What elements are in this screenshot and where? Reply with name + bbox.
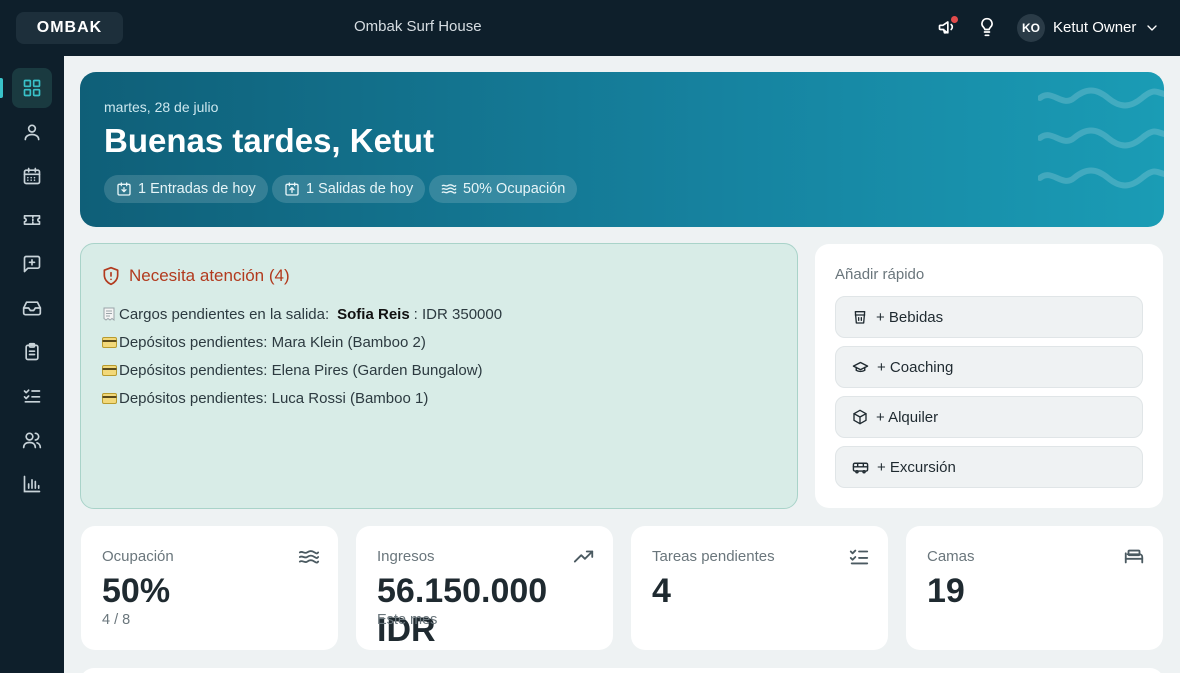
add-drinks-label: + Bebidas xyxy=(876,308,944,326)
stat-value: 50% xyxy=(102,572,171,610)
attention-item-text: Depósitos pendientes: Luca Rossi (Bamboo… xyxy=(119,389,429,407)
receipt-icon xyxy=(101,307,117,321)
cup-icon xyxy=(854,311,866,324)
calendar-icon xyxy=(23,167,41,185)
sidebar-item-dashboard[interactable] xyxy=(12,68,52,108)
greeting-title: Buenas tardes, Ketut xyxy=(104,122,435,159)
sidebar-item-inbox[interactable] xyxy=(12,288,52,328)
departures-chip[interactable]: 1 Salidas de hoy xyxy=(272,175,426,203)
trending-up-icon xyxy=(573,550,594,563)
ticket-icon xyxy=(23,215,41,225)
attention-item[interactable]: Depósitos pendientes: Luca Rossi (Bamboo… xyxy=(101,384,502,412)
attention-item[interactable]: Depósitos pendientes: Mara Klein (Bamboo… xyxy=(101,328,502,356)
bed-icon xyxy=(1124,549,1144,564)
add-coaching-button[interactable]: + Coaching xyxy=(835,346,1143,388)
add-rental-label: + Alquiler xyxy=(876,408,939,426)
lightbulb-icon xyxy=(981,17,993,37)
sidebar-item-staff[interactable] xyxy=(12,420,52,460)
add-rental-button[interactable]: + Alquiler xyxy=(835,396,1143,438)
departures-label: 1 Salidas de hoy xyxy=(306,181,414,197)
tips-button[interactable] xyxy=(975,15,999,39)
stat-label: Tareas pendientes xyxy=(652,548,775,565)
attention-item-prefix: Cargos pendientes en la salida: xyxy=(119,305,330,323)
stat-card-tasks[interactable]: Tareas pendientes 4 xyxy=(631,526,888,650)
quick-add-panel: Añadir rápido + Bebidas + Coaching + Alq… xyxy=(815,244,1163,508)
sidebar-item-tickets[interactable] xyxy=(12,200,52,240)
chevron-down-icon[interactable] xyxy=(1144,20,1160,36)
stat-subtitle: Este mes xyxy=(377,612,438,628)
stat-value: 56.150.000 IDR xyxy=(377,572,548,649)
attention-list: Cargos pendientes en la salida: Sofia Re… xyxy=(101,300,502,412)
checklist-icon xyxy=(23,389,41,403)
clipboard-icon xyxy=(25,342,39,361)
card-icon xyxy=(101,391,117,405)
announcements-button[interactable] xyxy=(935,15,959,39)
occupancy-label: 50% Ocupación xyxy=(463,181,566,197)
sidebar-item-guests[interactable] xyxy=(12,112,52,152)
attention-guest-name[interactable]: Sofia Reis xyxy=(337,306,410,323)
stat-label: Camas xyxy=(927,548,975,565)
quick-add-title: Añadir rápido xyxy=(835,266,925,283)
sidebar-item-tasks[interactable] xyxy=(12,376,52,416)
card-icon xyxy=(101,335,117,349)
shield-alert-icon xyxy=(103,266,119,286)
stat-card-beds[interactable]: Camas 19 xyxy=(906,526,1163,650)
attention-panel: Necesita atención (4) Cargos pendientes … xyxy=(80,243,798,509)
arrivals-label: 1 Entradas de hoy xyxy=(138,181,256,197)
stat-label: Ocupación xyxy=(102,548,174,565)
users-icon xyxy=(22,432,42,449)
sidebar-item-messages[interactable] xyxy=(12,244,52,284)
inbox-icon xyxy=(22,301,42,316)
avatar[interactable]: KO xyxy=(1017,14,1045,42)
waves-icon xyxy=(298,550,320,564)
stat-subtitle: 4 / 8 xyxy=(102,612,131,628)
top-bar: OMBAK Ombak Surf House KO Ketut Owner xyxy=(0,0,1180,56)
bar-chart-icon xyxy=(23,475,41,493)
add-drinks-button[interactable]: + Bebidas xyxy=(835,296,1143,338)
sidebar-item-clipboard[interactable] xyxy=(12,332,52,372)
stat-card-revenue[interactable]: Ingresos 56.150.000 IDR Este mes xyxy=(356,526,613,650)
bottom-panel xyxy=(80,668,1164,673)
user-icon xyxy=(24,124,40,141)
add-excursion-button[interactable]: + Excursión xyxy=(835,446,1143,488)
attention-item-text: Depósitos pendientes: Elena Pires (Garde… xyxy=(119,361,483,379)
grid-icon xyxy=(23,79,41,97)
card-icon xyxy=(101,363,117,377)
stat-card-occupancy[interactable]: Ocupación 50% 4 / 8 xyxy=(81,526,338,650)
add-excursion-label: + Excursión xyxy=(877,458,956,476)
package-icon xyxy=(853,409,867,425)
sidebar-item-calendar[interactable] xyxy=(12,156,52,196)
sidebar-item-reports[interactable] xyxy=(12,464,52,504)
graduation-cap-icon xyxy=(852,361,869,372)
current-date: martes, 28 de julio xyxy=(104,99,219,115)
attention-item[interactable]: Depósitos pendientes: Elena Pires (Garde… xyxy=(101,356,502,384)
stat-value: 19 xyxy=(927,572,965,610)
notification-dot xyxy=(951,16,958,23)
occupancy-chip[interactable]: 50% Ocupación xyxy=(429,175,578,203)
bus-icon xyxy=(852,462,869,474)
sidebar xyxy=(0,56,64,673)
calendar-out-icon xyxy=(285,182,299,196)
user-name[interactable]: Ketut Owner xyxy=(1053,19,1136,36)
logo-button[interactable]: OMBAK xyxy=(16,12,123,44)
waves-icon xyxy=(441,184,457,194)
add-coaching-label: + Coaching xyxy=(877,358,954,376)
calendar-in-icon xyxy=(117,182,131,196)
attention-title: Necesita atención (4) xyxy=(129,266,290,285)
welcome-banner: martes, 28 de julio Buenas tardes, Ketut… xyxy=(80,72,1164,227)
stat-label: Ingresos xyxy=(377,548,435,565)
attention-header: Necesita atención (4) xyxy=(101,266,290,286)
active-indicator xyxy=(0,78,3,98)
attention-item-text: Depósitos pendientes: Mara Klein (Bamboo… xyxy=(119,333,426,351)
message-plus-icon xyxy=(23,255,41,273)
property-name: Ombak Surf House xyxy=(354,18,482,35)
checklist-icon xyxy=(849,549,869,565)
attention-item[interactable]: Cargos pendientes en la salida: Sofia Re… xyxy=(101,300,502,328)
attention-item-amount: : IDR 350000 xyxy=(413,305,503,323)
arrivals-chip[interactable]: 1 Entradas de hoy xyxy=(104,175,268,203)
decorative-waves-icon xyxy=(1038,87,1164,189)
stat-value: 4 xyxy=(652,572,671,610)
